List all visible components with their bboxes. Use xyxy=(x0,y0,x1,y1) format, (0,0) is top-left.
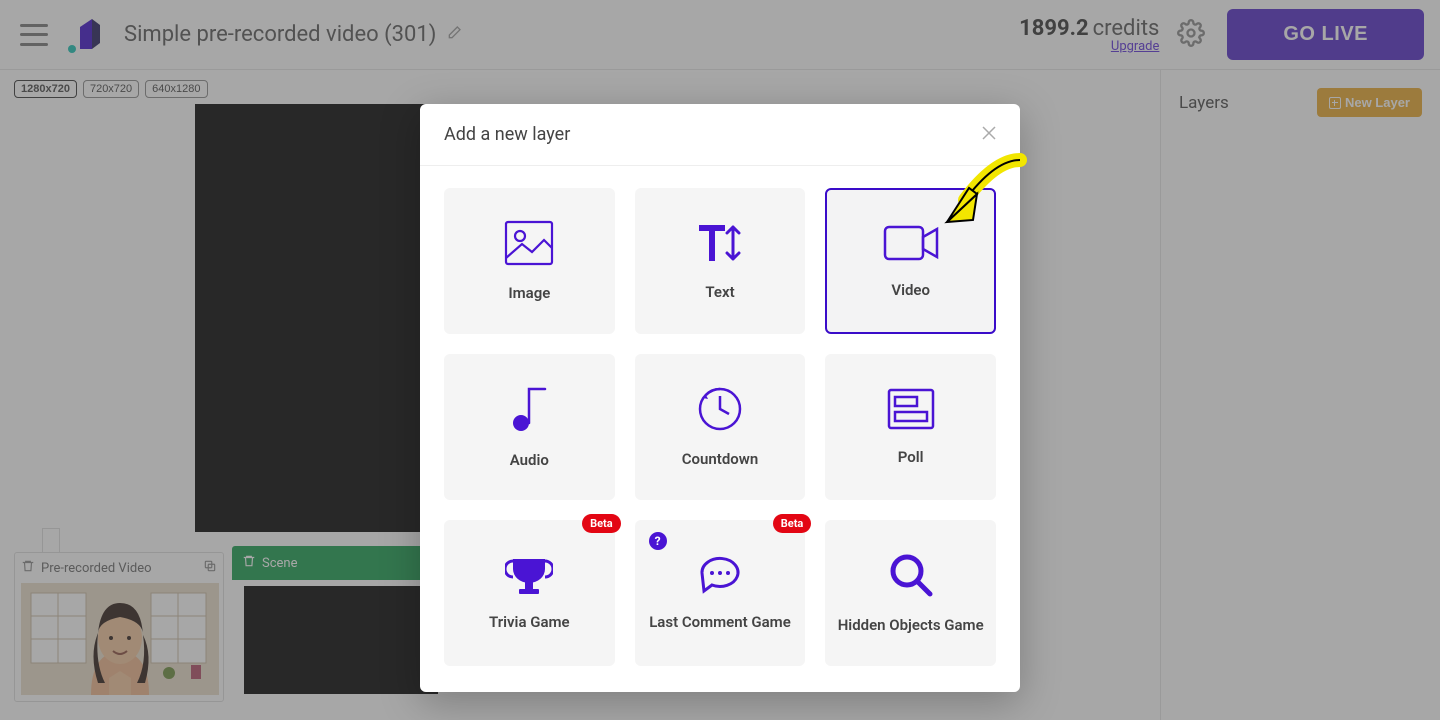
help-icon[interactable]: ? xyxy=(649,532,667,550)
layer-tile-text[interactable]: Text xyxy=(635,188,806,334)
layer-tile-last-comment[interactable]: Beta ? Last Comment Game xyxy=(635,520,806,666)
beta-badge: Beta xyxy=(582,514,621,533)
layer-tile-audio[interactable]: Audio xyxy=(444,354,615,500)
layer-tile-countdown[interactable]: Countdown xyxy=(635,354,806,500)
tile-label: Video xyxy=(891,281,930,299)
beta-badge: Beta xyxy=(773,514,812,533)
tile-label: Text xyxy=(705,283,734,301)
tile-label: Audio xyxy=(510,451,549,469)
modal-title: Add a new layer xyxy=(444,124,570,145)
add-layer-modal: Add a new layer Image Tex xyxy=(420,104,1020,692)
layer-tile-trivia[interactable]: Beta Trivia Game xyxy=(444,520,615,666)
layer-tile-image[interactable]: Image xyxy=(444,188,615,334)
layer-tile-video[interactable]: Video xyxy=(825,188,996,334)
layer-tile-poll[interactable]: Poll xyxy=(825,354,996,500)
tile-label: Poll xyxy=(898,448,924,466)
tile-label: Image xyxy=(508,284,550,302)
tile-label: Hidden Objects Game xyxy=(838,616,984,634)
layer-tile-hidden-objects[interactable]: Hidden Objects Game xyxy=(825,520,996,666)
tile-label: Trivia Game xyxy=(489,613,570,631)
close-icon[interactable] xyxy=(982,124,996,145)
tile-label: Countdown xyxy=(682,450,758,468)
tile-label: Last Comment Game xyxy=(649,613,791,631)
